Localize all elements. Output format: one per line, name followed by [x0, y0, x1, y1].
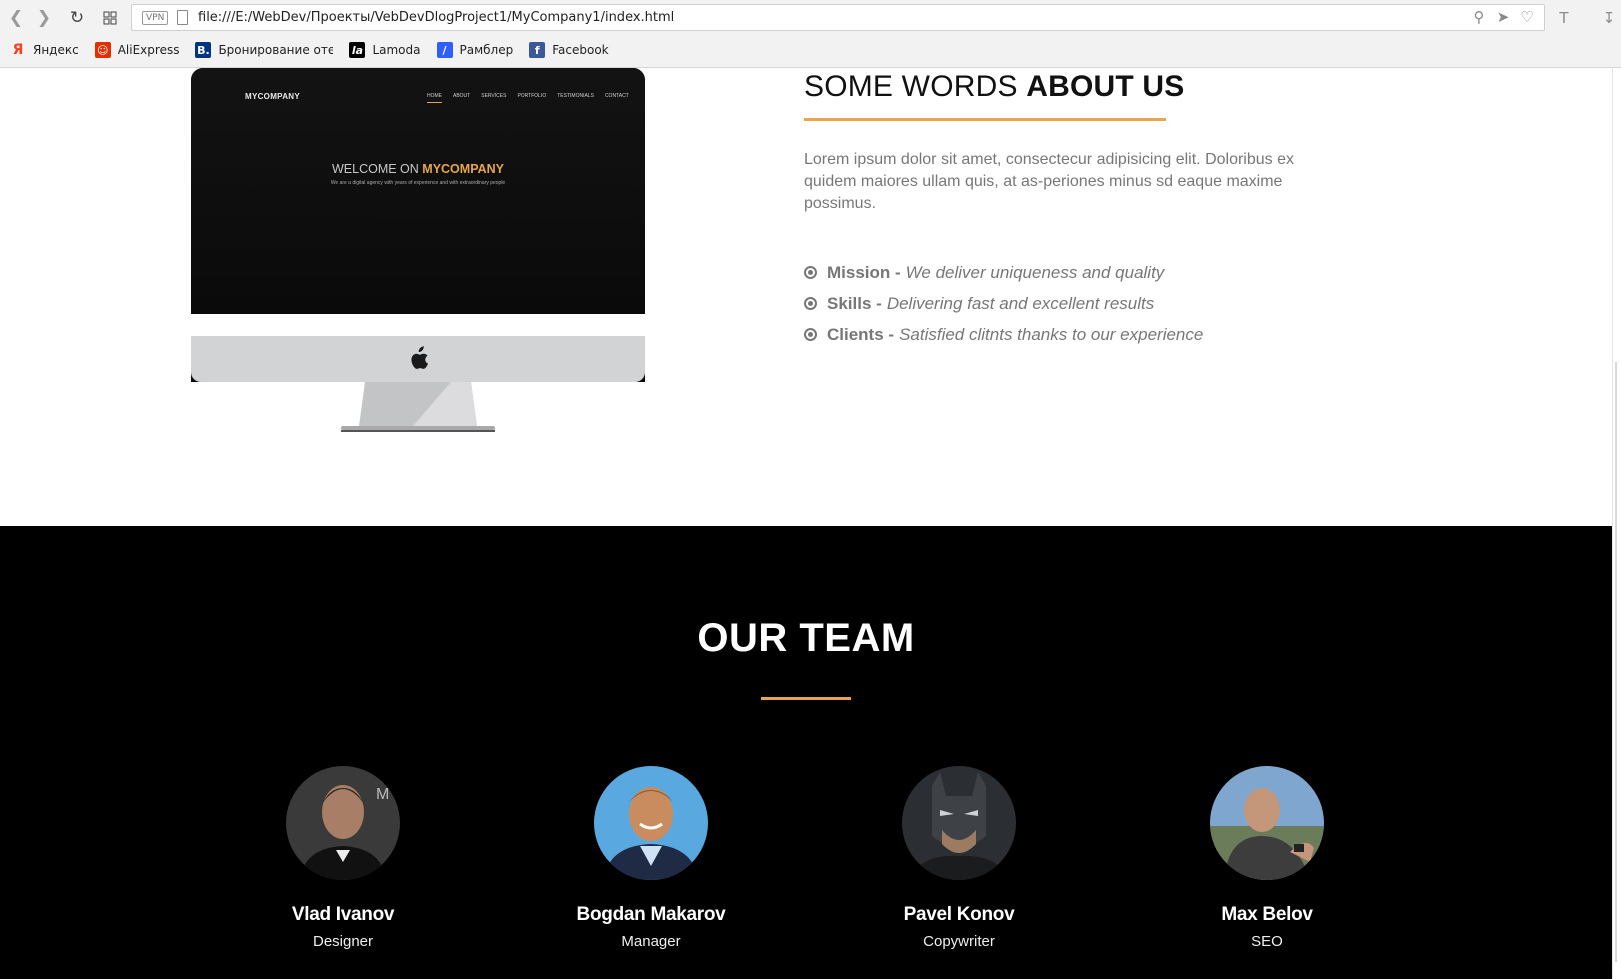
apple-logo-icon	[411, 346, 428, 369]
imac-stand	[341, 382, 495, 432]
about-paragraph: Lorem ipsum dolor sit amet, consectecur …	[804, 151, 1294, 212]
member-role: Designer	[312, 933, 374, 950]
about-divider	[804, 118, 1166, 121]
facebook-icon: f	[529, 42, 546, 58]
member-name: Max Belov	[1221, 904, 1313, 925]
list-item: Mission - We deliver uniqueness and qual…	[804, 257, 1324, 288]
bookmark-facebook[interactable]: f Facebook	[529, 42, 609, 58]
tabs-grid-icon[interactable]	[98, 6, 122, 30]
mockup-nav-item: HOME	[427, 93, 442, 103]
member-name: Bogdan Makarov	[576, 904, 726, 925]
avatar	[1210, 766, 1324, 880]
bookmark-label: AliExpress	[117, 43, 180, 57]
mockup-subtitle: We are a digital agency with years of ex…	[330, 180, 506, 186]
item-value: Satisfied clitnts thanks to our experien…	[899, 324, 1204, 344]
translate-icon[interactable]: T	[1552, 6, 1576, 30]
yandex-icon: Я	[12, 42, 24, 58]
back-icon[interactable]: ❮	[4, 6, 28, 30]
about-list: Mission - We deliver uniqueness and qual…	[804, 257, 1324, 350]
forward-icon[interactable]: ❯	[32, 6, 56, 30]
member-name: Pavel Konov	[903, 904, 1015, 925]
bookmark-label: Facebook	[552, 43, 609, 57]
svg-text:M: M	[376, 786, 389, 803]
reload-icon[interactable]: ↻	[65, 6, 89, 30]
member-role: SEO	[1251, 933, 1283, 950]
item-key: Clients -	[827, 324, 895, 344]
avatar	[902, 766, 1016, 880]
list-item: Skills - Delivering fast and excellent r…	[804, 288, 1324, 319]
about-heading: SOME WORDS ABOUT US	[804, 70, 1324, 104]
item-value: Delivering fast and excellent results	[886, 293, 1155, 313]
imac-mockup: MYCOMPANY HOME ABOUT SERVICES PORTFOLIO …	[191, 68, 645, 434]
about-content: SOME WORDS ABOUT US Lorem ipsum dolor si…	[804, 68, 1324, 350]
item-value: We deliver uniqueness and quality	[905, 262, 1165, 282]
mockup-screen: MYCOMPANY HOME ABOUT SERVICES PORTFOLIO …	[191, 68, 645, 314]
team-heading: OUR TEAM	[697, 616, 915, 660]
share-icon[interactable]: ➤	[1494, 8, 1512, 26]
bookmark-aliexpress[interactable]: ☺ AliExpress	[94, 42, 180, 58]
booking-icon: B.	[195, 42, 212, 58]
avatar	[594, 766, 708, 880]
mockup-nav-item: PORTFOLIO	[517, 93, 547, 99]
target-bullet-icon	[804, 266, 817, 279]
scrollbar-thumb[interactable]	[1615, 362, 1617, 962]
team-member: Pavel Konov Copywriter	[849, 766, 1069, 950]
rambler-icon: /	[436, 42, 453, 58]
item-key: Mission -	[827, 262, 901, 282]
download-icon[interactable]: ↧	[1597, 6, 1621, 30]
file-icon	[177, 10, 188, 25]
aliexpress-icon: ☺	[94, 42, 111, 58]
mockup-title: WELCOME ON MYCOMPANY	[191, 162, 645, 176]
team-member: Bogdan Makarov Manager	[541, 766, 761, 950]
bookmark-yandex[interactable]: Я Яндекс	[10, 42, 79, 58]
bookmark-rambler[interactable]: / Рамблер	[436, 42, 514, 58]
mockup-nav-item: ABOUT	[453, 93, 471, 99]
target-bullet-icon	[804, 297, 817, 310]
url-text[interactable]: file:///E:/WebDev/Проекты/VebDevDlogProj…	[198, 5, 674, 32]
vpn-badge[interactable]: VPN	[142, 11, 169, 25]
team-member: M Vlad Ivanov Designer	[233, 766, 453, 950]
bookmark-label: Яндекс	[33, 43, 79, 57]
bookmarks-bar: Я Яндекс ☺ AliExpress B. Бронирование от…	[10, 38, 609, 62]
target-bullet-icon	[804, 328, 817, 341]
imac-bezel	[191, 314, 645, 336]
page-viewport: MYCOMPANY HOME ABOUT SERVICES PORTFOLIO …	[0, 68, 1612, 979]
item-key: Skills -	[827, 293, 882, 313]
address-actions: ⚲ ➤ ♡	[1470, 8, 1536, 26]
bookmark-lamoda[interactable]: la Lamoda	[349, 42, 421, 58]
about-section: MYCOMPANY HOME ABOUT SERVICES PORTFOLIO …	[0, 68, 1612, 526]
imac-frame: MYCOMPANY HOME ABOUT SERVICES PORTFOLIO …	[191, 68, 645, 382]
bookmark-label: Lamoda	[372, 43, 421, 57]
member-role: Copywriter	[923, 933, 995, 950]
team-member: Max Belov SEO	[1157, 766, 1377, 950]
mockup-title-pre: WELCOME ON	[331, 162, 423, 176]
team-divider	[761, 697, 851, 700]
bookmark-booking[interactable]: B. Бронирование отеле	[195, 42, 333, 58]
mockup-nav-item: TESTIMONIALS	[557, 93, 594, 99]
mockup-nav: HOME ABOUT SERVICES PORTFOLIO TESTIMONIA…	[427, 93, 629, 103]
about-heading-bold: ABOUT US	[1026, 70, 1185, 103]
mockup-nav-item: SERVICES	[481, 93, 507, 99]
list-item: Clients - Satisfied clitnts thanks to ou…	[804, 319, 1324, 350]
avatar: M	[286, 766, 400, 880]
about-heading-light: SOME WORDS	[804, 70, 1027, 103]
bookmark-label: Бронирование отеле	[218, 43, 334, 57]
mockup-nav-item: CONTACT	[604, 93, 629, 99]
team-section: OUR TEAM M Vlad Ivanov Designer Bogdan M…	[0, 526, 1612, 979]
lamoda-icon: la	[349, 42, 366, 58]
mockup-logo: MYCOMPANY	[245, 92, 300, 101]
bookmark-label: Рамблер	[459, 43, 514, 57]
address-bar[interactable]: VPN file:///E:/WebDev/Проекты/VebDevDlog…	[131, 4, 1545, 31]
member-name: Vlad Ivanov	[291, 904, 395, 925]
search-icon[interactable]: ⚲	[1470, 8, 1488, 26]
mockup-title-brand: MYCOMPANY	[422, 162, 504, 176]
heart-icon[interactable]: ♡	[1518, 8, 1536, 26]
browser-chrome: ❮ ❯ ↻ VPN file:///E:/WebDev/Проекты/VebD…	[0, 0, 1621, 68]
member-role: Manager	[621, 933, 681, 950]
